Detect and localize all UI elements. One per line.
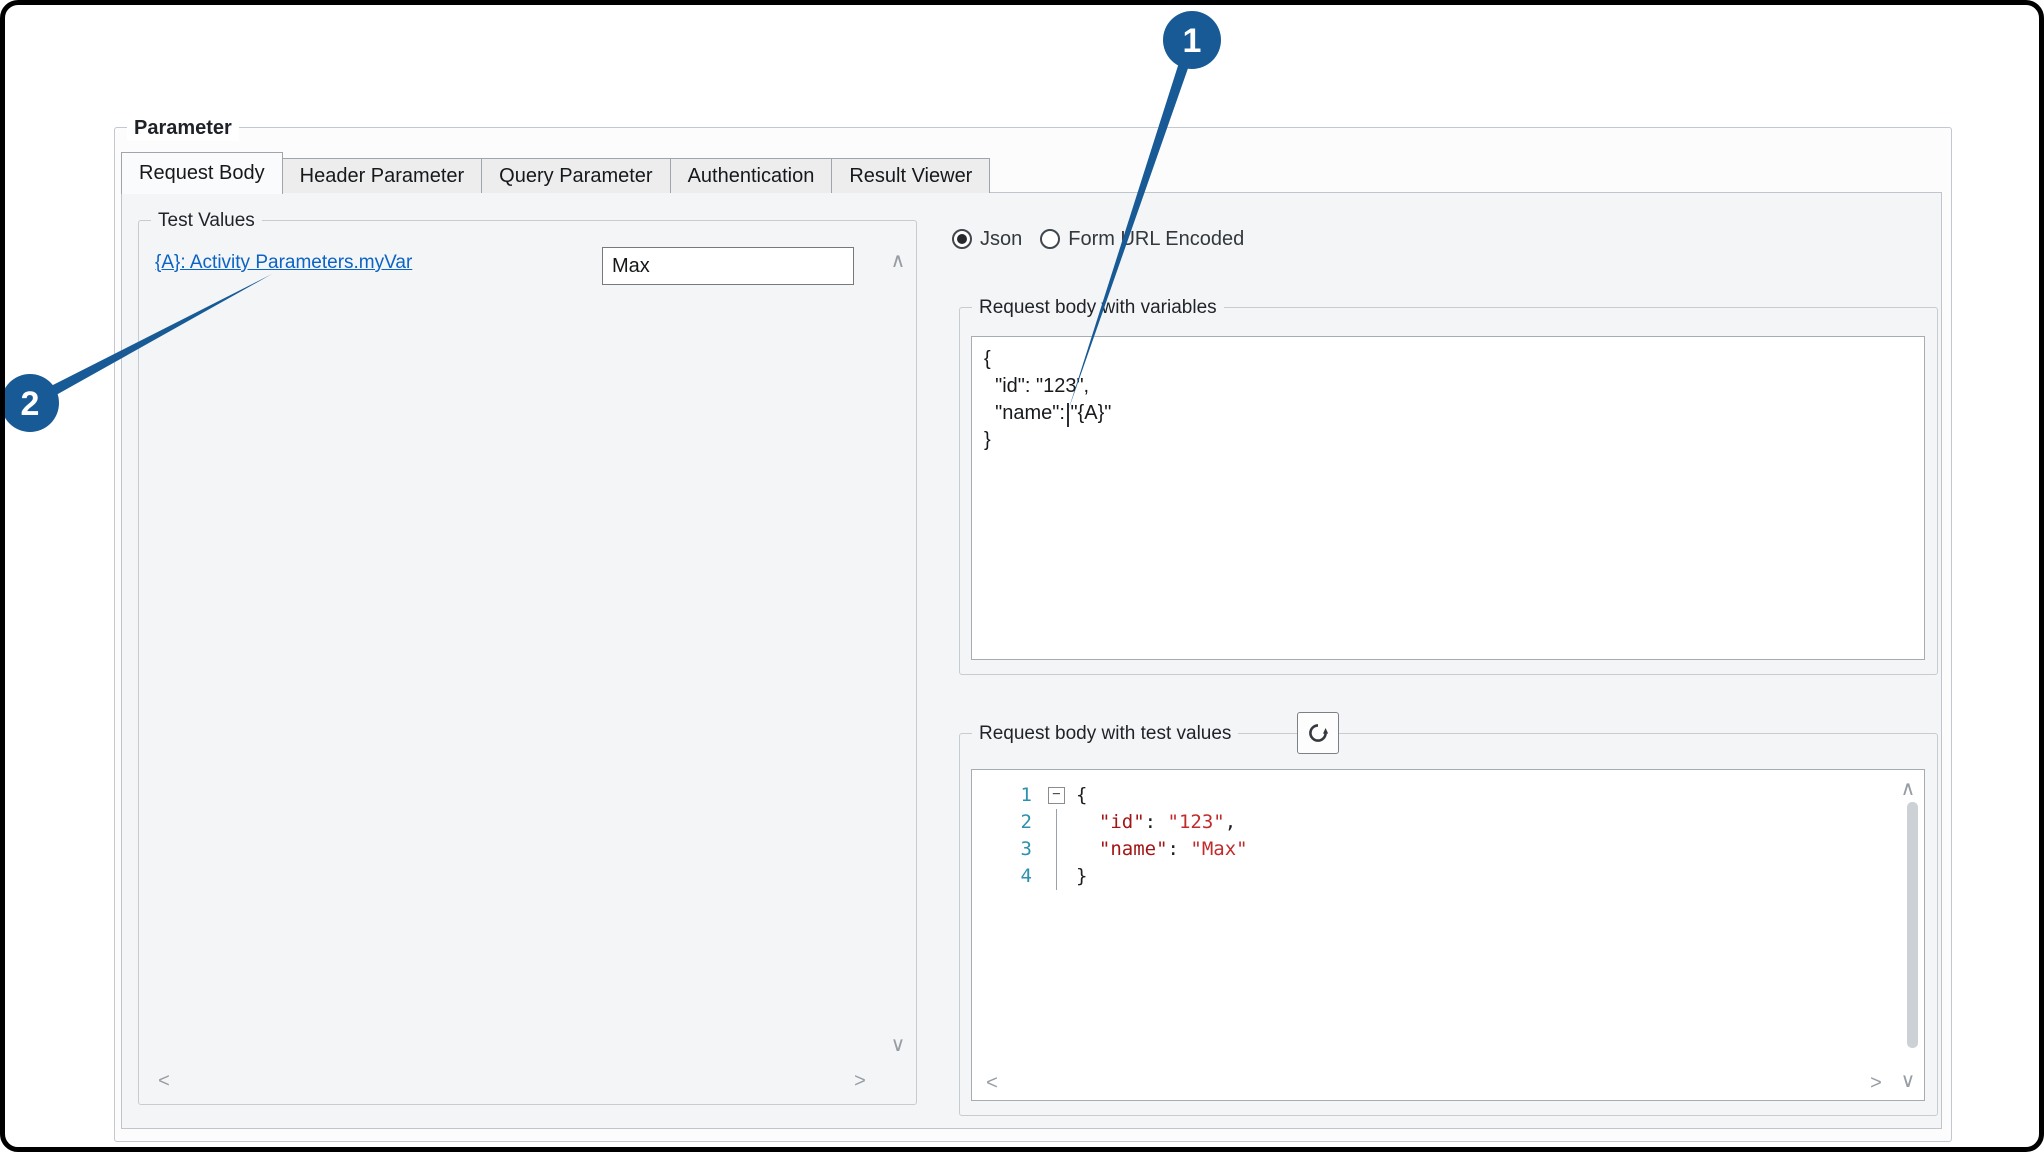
radio-json-circle-icon (952, 229, 972, 249)
callout-1-badge (1163, 11, 1221, 69)
fold-guide (1032, 863, 1076, 890)
line-number: 2 (972, 809, 1032, 836)
code-text: "name": "Max" (1076, 836, 1248, 863)
tab-header-parameter[interactable]: Header Parameter (282, 158, 483, 193)
callout-1-number: 1 (1183, 22, 1202, 60)
test-values-title: Test Values (151, 208, 262, 234)
line-number: 3 (972, 836, 1032, 863)
code-text: { (1076, 782, 1087, 809)
fold-collapse-icon[interactable]: − (1032, 782, 1076, 809)
code-line: 1−{ (972, 782, 1894, 809)
code-scroll-up-icon[interactable]: ∧ (1894, 776, 1922, 802)
line-number: 1 (972, 782, 1032, 809)
scroll-up-icon[interactable]: ∧ (884, 248, 912, 274)
activity-parameter-link[interactable]: {A}: Activity Parameters.myVar (155, 252, 412, 274)
code-scroll-left-icon[interactable]: < (978, 1070, 1006, 1096)
fold-guide (1032, 836, 1076, 863)
code-lines: 1−{2 "id": "123",3 "name": "Max"4} (972, 782, 1894, 890)
code-text: "id": "123", (1076, 809, 1236, 836)
tab-authentication[interactable]: Authentication (670, 158, 833, 193)
tab-query-parameter[interactable]: Query Parameter (481, 158, 670, 193)
code-line: 4} (972, 863, 1894, 890)
radio-json-label: Json (980, 228, 1022, 251)
screenshot-page: Parameter Request BodyHeader ParameterQu… (0, 0, 2044, 1152)
callout-2-badge (1, 374, 59, 432)
refresh-icon (1305, 720, 1331, 746)
line-number: 4 (972, 863, 1032, 890)
request-body-editor[interactable]: { "id": "123", "name": "{A}" } (971, 336, 1925, 660)
request-body-variables-title: Request body with variables (972, 295, 1224, 321)
code-line: 3 "name": "Max" (972, 836, 1894, 863)
radio-form-url-encoded[interactable]: Form URL Encoded (1040, 228, 1244, 251)
code-text: } (1076, 863, 1087, 890)
radio-form-url-encoded-label: Form URL Encoded (1068, 228, 1244, 251)
radio-json[interactable]: Json (952, 228, 1022, 251)
refresh-button[interactable] (1297, 712, 1339, 754)
test-values-result-viewer: 1−{2 "id": "123",3 "name": "Max"4} ∧ ∨ <… (971, 769, 1925, 1101)
scroll-down-icon[interactable]: ∨ (884, 1032, 912, 1058)
parameter-groupbox-title: Parameter (127, 115, 239, 141)
vertical-scrollbar-thumb[interactable] (1907, 802, 1918, 1048)
test-value-input[interactable] (602, 247, 854, 285)
radio-form-url-encoded-circle-icon (1040, 229, 1060, 249)
callout-2-number: 2 (21, 385, 40, 423)
code-line: 2 "id": "123", (972, 809, 1894, 836)
code-scroll-down-icon[interactable]: ∨ (1894, 1068, 1922, 1094)
tab-request-body[interactable]: Request Body (121, 152, 283, 194)
body-format-radio-group: Json Form URL Encoded (952, 224, 1244, 254)
tab-bar: Request BodyHeader ParameterQuery Parame… (121, 153, 990, 193)
test-values-groupbox: Test Values (138, 220, 917, 1105)
request-body-test-values-title: Request body with test values (972, 721, 1238, 747)
text-cursor (1067, 403, 1069, 427)
scroll-right-icon[interactable]: > (846, 1068, 874, 1094)
fold-guide (1032, 809, 1076, 836)
scroll-left-icon[interactable]: < (150, 1068, 178, 1094)
request-body-editor-text: { "id": "123", "name": "{A}" } (972, 337, 1924, 463)
code-scroll-right-icon[interactable]: > (1862, 1070, 1890, 1096)
tab-result-viewer[interactable]: Result Viewer (831, 158, 990, 193)
